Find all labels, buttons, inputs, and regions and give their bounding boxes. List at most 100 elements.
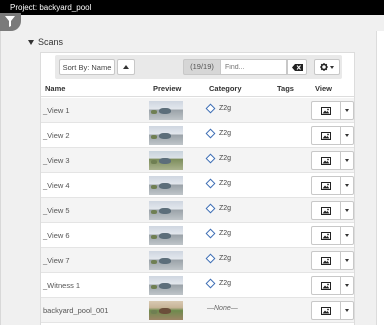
scan-preview-thumbnail[interactable] — [149, 101, 183, 120]
column-header-name[interactable]: Name — [45, 84, 65, 93]
view-button[interactable] — [311, 101, 341, 120]
scan-preview-thumbnail[interactable] — [149, 126, 183, 145]
view-options-dropdown[interactable] — [341, 176, 354, 195]
category-label: —None— — [207, 305, 238, 312]
scan-preview-thumbnail[interactable] — [149, 201, 183, 220]
category-label: Z2g — [219, 255, 232, 262]
column-header-tags: Tags — [277, 84, 294, 93]
image-icon — [321, 206, 331, 215]
view-button[interactable] — [311, 301, 341, 320]
category-label: Z2g — [219, 205, 232, 212]
category-label: Z2g — [219, 180, 232, 187]
scan-preview-thumbnail[interactable] — [149, 276, 183, 295]
scan-category: Z2g — [205, 128, 232, 139]
image-icon — [321, 256, 331, 265]
table-row[interactable]: _View 2 Z2g — [41, 123, 354, 148]
chevron-down-icon — [345, 284, 349, 287]
view-options-dropdown[interactable] — [341, 201, 354, 220]
table-row[interactable]: _View 5 Z2g — [41, 198, 354, 223]
scan-name[interactable]: _View 5 — [43, 206, 70, 215]
view-button-group — [311, 226, 354, 245]
chevron-down-icon — [28, 39, 34, 45]
view-options-dropdown[interactable] — [341, 276, 354, 295]
scan-name[interactable]: _View 1 — [43, 106, 70, 115]
image-icon — [321, 106, 331, 115]
chevron-down-icon — [345, 159, 349, 162]
settings-button[interactable] — [314, 59, 340, 75]
view-options-dropdown[interactable] — [341, 251, 354, 270]
category-label: Z2g — [219, 230, 232, 237]
view-button-group — [311, 301, 354, 320]
sort-button[interactable]: Sort By: Name — [59, 59, 115, 75]
view-button-group — [311, 201, 354, 220]
find-input[interactable] — [221, 59, 287, 75]
image-icon — [321, 181, 331, 190]
view-button-group — [311, 151, 354, 170]
table-row[interactable]: _View 4 Z2g — [41, 173, 354, 198]
backspace-icon — [291, 63, 303, 71]
clear-search-button[interactable] — [287, 59, 307, 75]
table-row[interactable]: _View 6 Z2g — [41, 223, 354, 248]
scan-category: Z2g — [205, 253, 232, 264]
image-icon — [321, 231, 331, 240]
category-label: Z2g — [219, 105, 232, 112]
scans-section-toggle[interactable]: Scans — [28, 36, 63, 48]
scan-name[interactable]: _Witness 1 — [43, 281, 80, 290]
filter-toggle[interactable] — [0, 13, 21, 31]
column-header-view: View — [315, 84, 332, 93]
scans-panel: Sort By: Name (19/19) Name Preview Categ… — [40, 52, 355, 325]
scan-name[interactable]: _View 4 — [43, 181, 70, 190]
table-row[interactable]: _View 7 Z2g — [41, 248, 354, 273]
table-row[interactable]: _Witness 1 Z2g — [41, 273, 354, 298]
scan-preview-thumbnail[interactable] — [149, 301, 183, 320]
chevron-down-icon — [345, 109, 349, 112]
view-options-dropdown[interactable] — [341, 226, 354, 245]
funnel-icon — [5, 16, 15, 27]
view-button[interactable] — [311, 126, 341, 145]
view-button-group — [311, 276, 354, 295]
window-title: Project: backyard_pool — [0, 0, 384, 15]
scan-name[interactable]: backyard_pool_001 — [43, 306, 108, 315]
view-button[interactable] — [311, 226, 341, 245]
chevron-down-icon — [345, 259, 349, 262]
scan-preview-thumbnail[interactable] — [149, 251, 183, 270]
view-button[interactable] — [311, 201, 341, 220]
view-button[interactable] — [311, 151, 341, 170]
scan-category: Z2g — [205, 203, 232, 214]
scan-name[interactable]: _View 6 — [43, 231, 70, 240]
result-count: (19/19) — [183, 59, 221, 75]
table-row[interactable]: _View 3 Z2g — [41, 148, 354, 173]
view-options-dropdown[interactable] — [341, 101, 354, 120]
table-row[interactable]: backyard_pool_001 —None— — [41, 298, 354, 323]
scan-preview-thumbnail[interactable] — [149, 226, 183, 245]
diamond-icon — [205, 228, 216, 239]
view-button[interactable] — [311, 276, 341, 295]
diamond-icon — [205, 203, 216, 214]
scrollbar[interactable] — [376, 31, 384, 325]
column-header-category[interactable]: Category — [209, 84, 242, 93]
gear-icon — [320, 63, 328, 71]
diamond-icon — [205, 178, 216, 189]
view-button-group — [311, 101, 354, 120]
scan-category: —None— — [207, 305, 238, 312]
view-button[interactable] — [311, 176, 341, 195]
scan-preview-thumbnail[interactable] — [149, 151, 183, 170]
category-label: Z2g — [219, 130, 232, 137]
scan-name[interactable]: _View 2 — [43, 131, 70, 140]
chevron-down-icon — [345, 134, 349, 137]
image-icon — [321, 131, 331, 140]
sort-direction-button[interactable] — [117, 59, 135, 75]
table-header: Name Preview Category Tags View — [41, 81, 354, 97]
view-options-dropdown[interactable] — [341, 151, 354, 170]
category-label: Z2g — [219, 280, 232, 287]
diamond-icon — [205, 253, 216, 264]
scan-preview-thumbnail[interactable] — [149, 176, 183, 195]
view-button[interactable] — [311, 251, 341, 270]
view-options-dropdown[interactable] — [341, 301, 354, 320]
table-row[interactable]: _View 1 Z2g — [41, 98, 354, 123]
chevron-down-icon — [330, 65, 334, 69]
diamond-icon — [205, 153, 216, 164]
scan-name[interactable]: _View 7 — [43, 256, 70, 265]
view-options-dropdown[interactable] — [341, 126, 354, 145]
scan-name[interactable]: _View 3 — [43, 156, 70, 165]
